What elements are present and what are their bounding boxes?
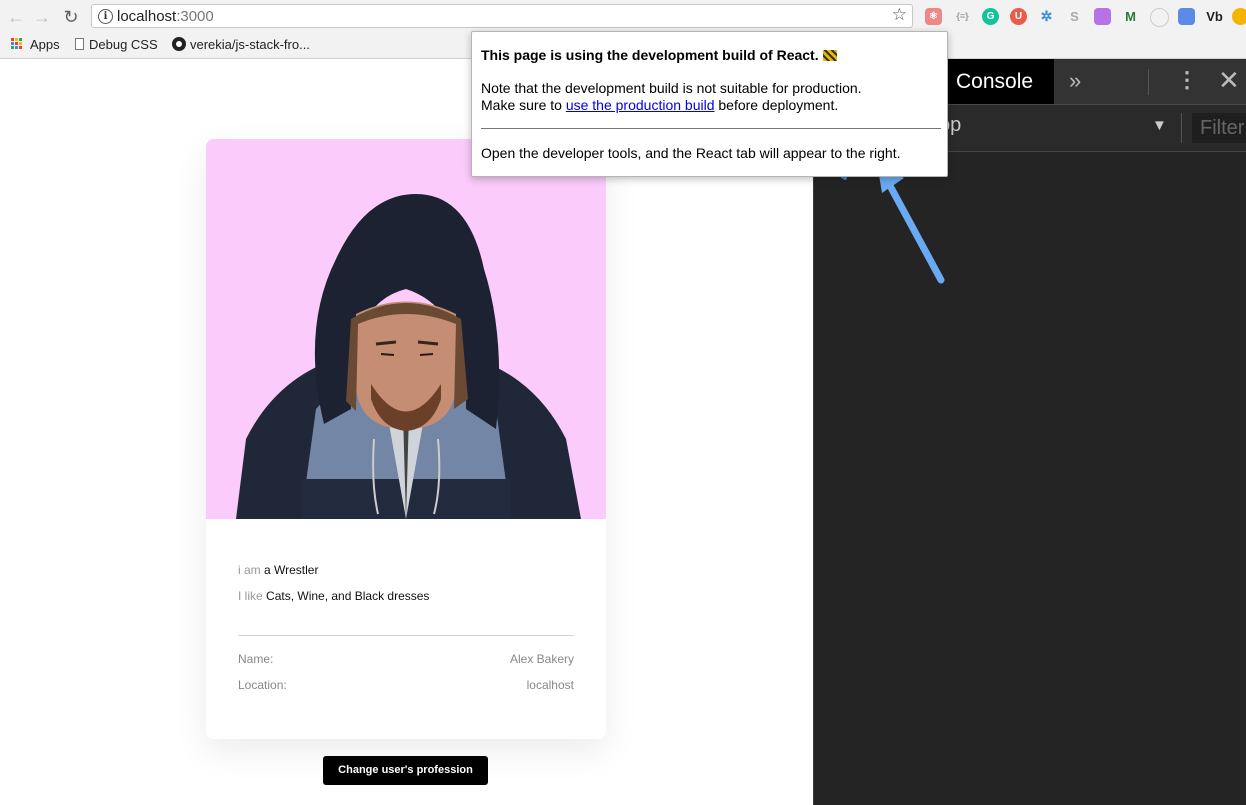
popup-divider <box>481 128 941 129</box>
name-row: Name: Alex Bakery <box>238 652 574 666</box>
forward-arrow-icon[interactable]: → <box>31 6 53 28</box>
popup-hint: Open the developer tools, and the React … <box>481 145 901 161</box>
name-label: Name: <box>238 652 274 666</box>
blue-extension-icon[interactable] <box>1178 8 1195 25</box>
react-devtools-extension-icon[interactable]: ⚛ <box>925 8 942 25</box>
apps-grid-icon[interactable] <box>11 38 23 50</box>
likes-prefix: I like <box>238 589 263 603</box>
github-icon <box>172 37 186 51</box>
profession-value: a Wrestler <box>264 563 319 577</box>
location-label: Location: <box>238 678 287 692</box>
url-text[interactable]: localhost:3000 <box>117 8 214 25</box>
details-divider <box>238 635 574 636</box>
m-extension-icon[interactable]: M <box>1122 8 1139 25</box>
bookmark-star-icon[interactable]: ☆ <box>892 5 907 25</box>
production-build-link[interactable]: use the production build <box>566 97 715 113</box>
likes-value: Cats, Wine, and Black dresses <box>266 589 430 603</box>
url-port: :3000 <box>176 8 214 25</box>
more-tabs-icon[interactable]: » <box>1069 68 1081 94</box>
filter-input[interactable]: Filter <box>1192 113 1246 143</box>
address-bar[interactable]: i localhost:3000 ☆ <box>91 4 913 28</box>
note-suffix: before deployment. <box>714 97 839 113</box>
location-row: Location: localhost <box>238 678 574 692</box>
dropdown-triangle-icon[interactable]: ▼ <box>1152 117 1167 134</box>
browser-toolbar: ← → ↻ i localhost:3000 ☆ ⚛ {≡} G U ✲ S M… <box>0 0 1246 34</box>
profile-photo <box>206 139 606 519</box>
note-prefix: Make sure to <box>481 97 566 113</box>
profession-prefix: i am <box>238 563 261 577</box>
ublock-extension-icon[interactable]: U <box>1010 8 1027 25</box>
json-extension-icon[interactable]: {≡} <box>954 8 971 25</box>
popup-note-line2: Make sure to use the production build be… <box>481 97 838 114</box>
tab-console[interactable]: Console <box>939 59 1054 104</box>
popup-title: This page is using the development build… <box>481 47 837 63</box>
react-devtools-popup: This page is using the development build… <box>471 31 948 177</box>
kebab-menu-icon[interactable]: ⋮ <box>1176 67 1198 93</box>
hooded-person-image <box>236 194 581 519</box>
profile-card: i am a Wrestler I like Cats, Wine, and B… <box>206 139 606 739</box>
bookmark-apps[interactable]: Apps <box>30 37 60 52</box>
pinwheel-extension-icon[interactable]: ✲ <box>1038 8 1055 25</box>
url-host: localhost <box>117 8 177 25</box>
profession-line: i am a Wrestler <box>238 563 318 577</box>
location-value: localhost <box>526 678 574 692</box>
popup-title-text: This page is using the development build… <box>481 47 819 63</box>
popup-note-line1: Note that the development build is not s… <box>481 80 862 96</box>
yellow-extension-icon[interactable] <box>1232 8 1246 25</box>
bookmark-debug-css-label: Debug CSS <box>89 37 158 52</box>
change-profession-button[interactable]: Change user's profession <box>323 756 488 785</box>
construction-icon <box>822 50 837 61</box>
back-arrow-icon[interactable]: ← <box>5 6 27 28</box>
circle-extension-icon[interactable] <box>1150 8 1169 27</box>
bookmark-debug-css[interactable]: Debug CSS <box>75 37 158 52</box>
vb-extension-icon[interactable]: Vb <box>1206 8 1223 25</box>
bookmark-js-stack[interactable]: verekia/js-stack-fro... <box>172 37 310 52</box>
tabbar-separator <box>1148 69 1149 95</box>
page-icon <box>75 38 84 50</box>
reload-icon[interactable]: ↻ <box>60 6 82 28</box>
close-icon[interactable]: ✕ <box>1218 65 1240 96</box>
filterbar-separator <box>1181 113 1182 143</box>
site-info-icon[interactable]: i <box>98 9 113 24</box>
likes-line: I like Cats, Wine, and Black dresses <box>238 589 429 603</box>
name-value: Alex Bakery <box>509 652 574 666</box>
purple-extension-icon[interactable] <box>1094 8 1111 25</box>
skype-extension-icon[interactable]: S <box>1066 8 1083 25</box>
bookmark-js-stack-label: verekia/js-stack-fro... <box>190 37 310 52</box>
grammarly-extension-icon[interactable]: G <box>982 8 999 25</box>
